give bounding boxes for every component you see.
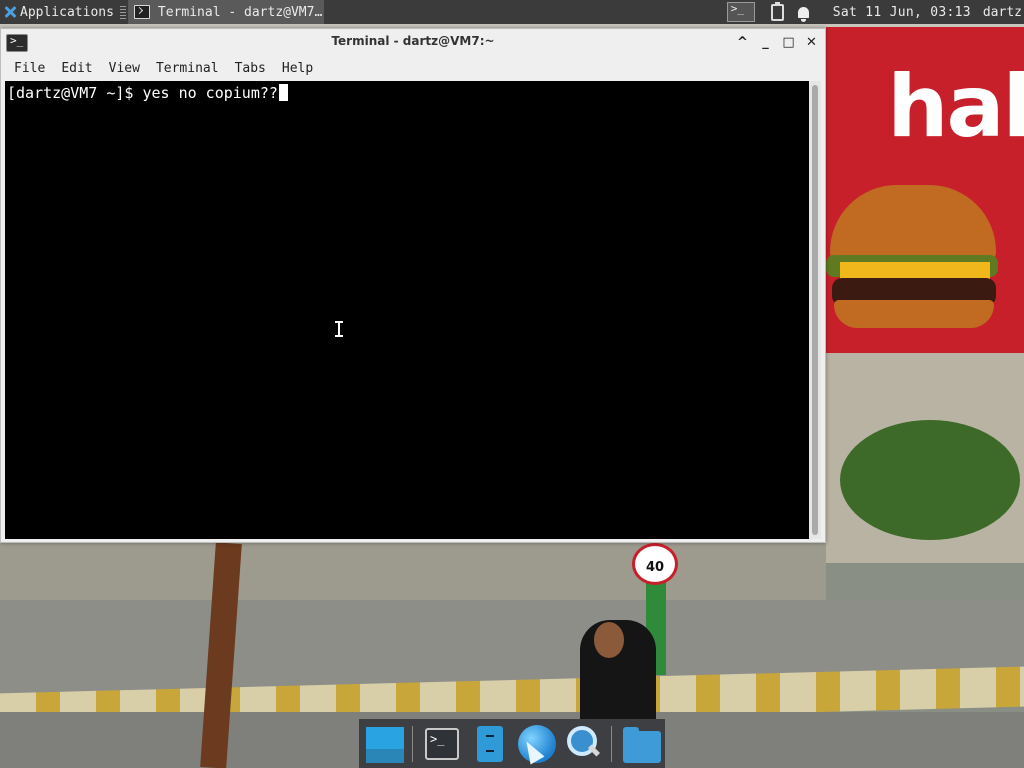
applications-menu[interactable]: Applications [0, 0, 118, 24]
panel-clock[interactable]: Sat 11 Jun, 03:13 [833, 5, 971, 20]
terminal-launcher-icon[interactable] [420, 722, 463, 766]
window-titlebar[interactable]: Terminal - dartz@VM7:~ ^ _ □ ✕ [1, 29, 825, 56]
dock [359, 719, 665, 768]
ibeam-cursor-icon [335, 321, 343, 337]
cabinet-shape [476, 725, 503, 762]
file-manager-icon[interactable] [467, 722, 510, 766]
terminal-icon [133, 5, 150, 19]
app-finder-search-icon[interactable] [561, 722, 604, 766]
taskbar-terminal-button[interactable]: Terminal - dartz@VM7… [127, 0, 324, 24]
applications-label: Applications [20, 4, 114, 20]
desktop-screen-shape [366, 726, 404, 749]
terminal-screen-shape [424, 727, 459, 760]
window-title: Terminal - dartz@VM7:~ [331, 34, 495, 48]
home-folder-icon[interactable] [619, 722, 662, 766]
show-desktop-icon[interactable] [362, 722, 405, 766]
prompt-text: [dartz@VM7 ~]$ yes no copium?? [7, 84, 278, 102]
terminal-menubar: File Edit View Terminal Tabs Help [1, 56, 825, 81]
menu-edit[interactable]: Edit [53, 61, 100, 76]
minimize-button[interactable]: _ [758, 33, 773, 51]
user-menu[interactable]: dartz [983, 5, 1022, 20]
scrollbar-thumb[interactable] [812, 85, 818, 535]
close-button[interactable]: ✕ [804, 33, 819, 51]
menu-help[interactable]: Help [274, 61, 321, 76]
terminal-output[interactable]: [dartz@VM7 ~]$ yes no copium?? [5, 81, 809, 539]
power-manager-tray[interactable] [771, 1, 785, 21]
terminal-scrollbar[interactable] [809, 81, 821, 539]
battery-icon [771, 1, 785, 21]
terminal-prompt-line: [dartz@VM7 ~]$ yes no copium?? [7, 84, 288, 102]
dock-separator [610, 725, 612, 762]
panel-separator [119, 5, 126, 19]
menu-tabs[interactable]: Tabs [227, 61, 274, 76]
window-controls: ^ _ □ ✕ [735, 33, 819, 51]
billboard-text: hal [887, 57, 1024, 157]
tree [840, 420, 1020, 540]
web-browser-icon[interactable] [514, 722, 557, 766]
menu-file[interactable]: File [6, 61, 53, 76]
bell-icon [798, 6, 810, 22]
burger-bun-bottom [834, 300, 994, 328]
pedestrian-head [594, 622, 624, 658]
top-panel: Applications Terminal - dartz@VM7… Sat 1… [0, 0, 1024, 24]
speed-limit-value: 40 [645, 560, 665, 575]
notifications-tray[interactable] [797, 4, 811, 22]
menu-terminal[interactable]: Terminal [148, 61, 227, 76]
tray-terminal-icon[interactable] [726, 2, 755, 22]
dock-separator [412, 725, 413, 762]
taskbar-terminal-title: Terminal - dartz@VM7… [157, 4, 323, 20]
menu-view[interactable]: View [101, 61, 148, 76]
speed-limit-sign: 40 [632, 543, 678, 585]
shade-button[interactable]: ^ [735, 33, 750, 51]
terminal-window: Terminal - dartz@VM7:~ ^ _ □ ✕ File Edit… [0, 28, 826, 543]
text-cursor [278, 84, 288, 101]
maximize-button[interactable]: □ [781, 33, 796, 51]
folder-body-shape [622, 730, 661, 763]
desktop-base-shape [366, 748, 404, 763]
xfce-logo-icon [3, 5, 17, 19]
